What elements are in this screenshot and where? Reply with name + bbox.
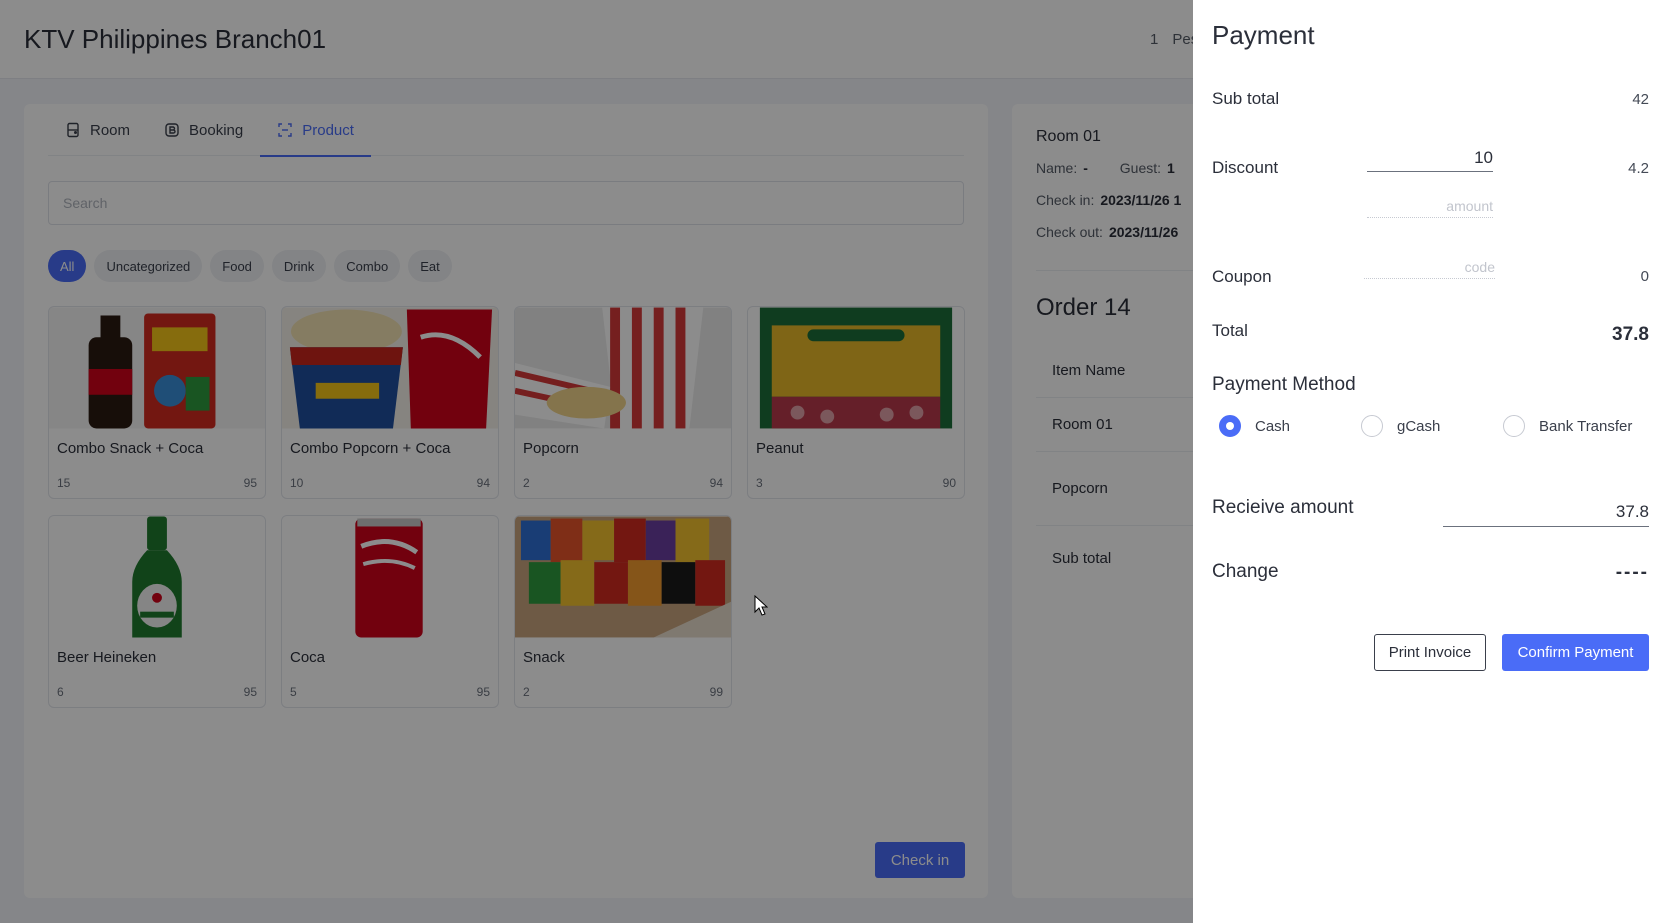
coupon-value: 0 [1640,268,1649,285]
radio-checked-icon [1219,415,1241,437]
total-value: 37.8 [1612,324,1649,345]
receive-amount-input[interactable] [1443,497,1649,527]
payment-method-bank-transfer[interactable]: Bank Transfer [1503,415,1632,437]
mouse-cursor-icon [754,595,768,616]
payment-method-label: Payment Method [1212,374,1356,395]
payment-method-label: Cash [1255,417,1291,435]
discount-label: Discount [1212,158,1279,177]
payment-method-group: Cash gCash Bank Transfer [1219,415,1632,437]
receive-amount-label: Recieive amount [1212,497,1354,518]
discount-amount-input[interactable] [1367,194,1493,218]
payment-title: Payment [1212,20,1315,50]
coupon-code-input[interactable] [1364,255,1495,279]
payment-method-label: Bank Transfer [1539,417,1633,435]
print-invoice-button[interactable]: Print Invoice [1374,634,1486,671]
change-label: Change [1212,561,1279,582]
payment-method-gcash[interactable]: gCash [1361,415,1503,437]
discount-percent-input[interactable] [1367,144,1493,172]
total-label: Total [1212,321,1248,340]
coupon-label: Coupon [1212,267,1272,286]
payment-drawer: Payment Sub total 42 Discount 4.2 Coupon… [1193,0,1669,923]
subtotal-label: Sub total [1212,89,1280,108]
confirm-payment-button[interactable]: Confirm Payment [1502,634,1649,671]
payment-method-label: gCash [1397,417,1441,435]
subtotal-value: 42 [1632,91,1649,108]
discount-value: 4.2 [1628,160,1649,177]
change-value: ---- [1615,562,1649,583]
radio-unchecked-icon [1503,415,1525,437]
radio-unchecked-icon [1361,415,1383,437]
payment-method-cash[interactable]: Cash [1219,415,1361,437]
